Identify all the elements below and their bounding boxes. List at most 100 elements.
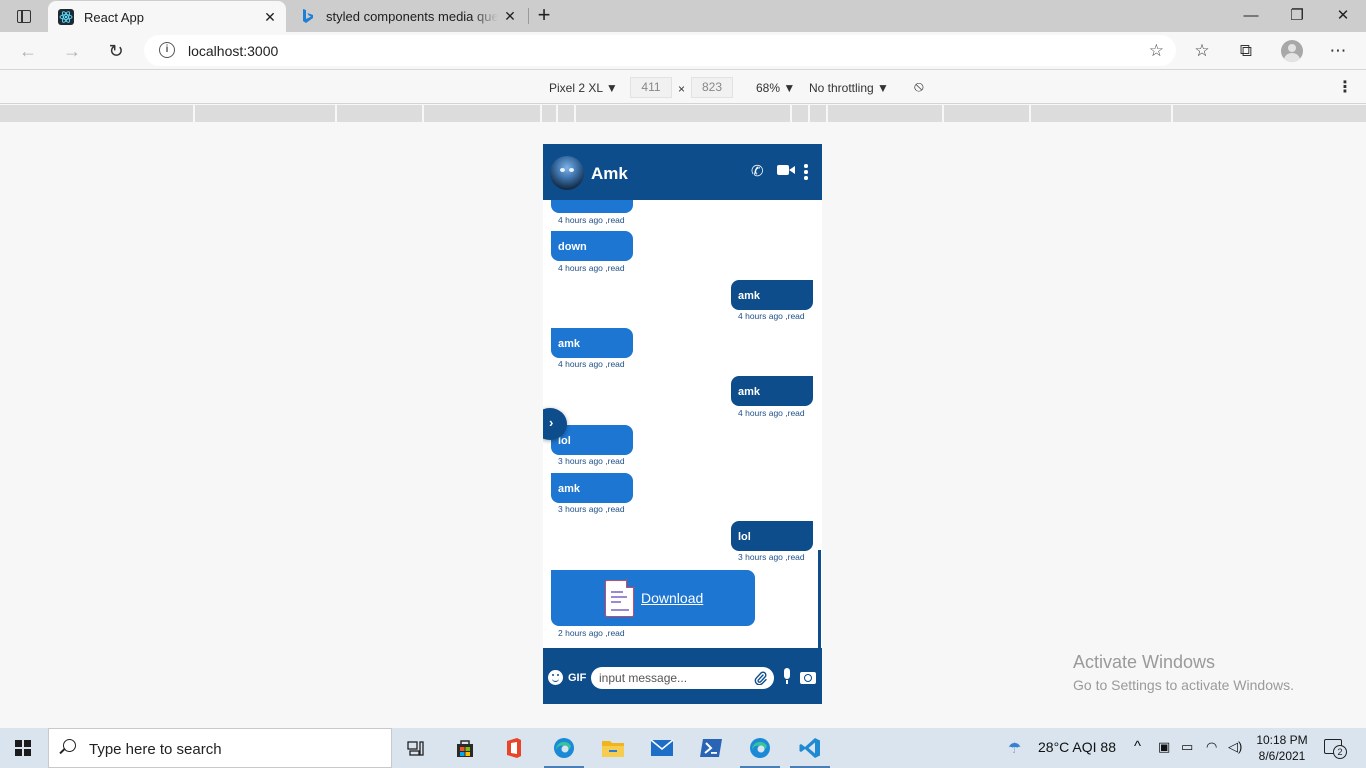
- taskbar-search-box[interactable]: Type here to search: [48, 728, 392, 768]
- edge-browser-icon[interactable]: [540, 728, 588, 768]
- notification-center-icon[interactable]: 2: [1324, 739, 1347, 759]
- tab-separator: [528, 8, 529, 24]
- microsoft-store-icon[interactable]: [441, 728, 489, 768]
- message-meta: 3 hours ago ,read: [558, 456, 625, 466]
- video-call-icon[interactable]: [777, 165, 795, 175]
- watermark-title: Activate Windows: [1073, 652, 1216, 672]
- clock-date: 8/6/2021: [1258, 749, 1306, 763]
- collections-icon[interactable]: ⧉: [1234, 40, 1258, 64]
- browser-titlebar: React App ✕ styled components media quer…: [0, 0, 1366, 33]
- message-scrollbar[interactable]: [818, 550, 821, 648]
- message-bubble-incoming: amk: [551, 473, 633, 503]
- device-select[interactable]: Pixel 2 XL ▼: [549, 81, 618, 95]
- message-list[interactable]: 4 hours ago ,read down 4 hours ago ,read…: [543, 200, 822, 648]
- message-meta: 4 hours ago ,read: [738, 311, 805, 321]
- file-explorer-icon[interactable]: [589, 728, 637, 768]
- refresh-icon[interactable]: ↻: [104, 39, 128, 63]
- system-clock[interactable]: 10:18 PM 8/6/2021: [1252, 732, 1312, 764]
- search-placeholder: Type here to search: [89, 741, 222, 758]
- bing-icon: [300, 8, 316, 24]
- notification-count: 2: [1333, 745, 1347, 759]
- volume-icon[interactable]: ◁): [1228, 739, 1242, 755]
- wifi-icon[interactable]: ◠: [1206, 739, 1217, 755]
- device-toolbar-more-icon[interactable]: ⋮: [1337, 77, 1353, 97]
- device-width-input[interactable]: 411: [630, 77, 672, 98]
- tab-close-icon[interactable]: ✕: [258, 9, 282, 26]
- device-viewport: Amk ✆ 4 hours ago ,read down 4 hours ago…: [543, 144, 822, 704]
- message-meta: 4 hours ago ,read: [558, 359, 625, 369]
- react-icon: [58, 9, 74, 25]
- message-bubble-incoming: [551, 200, 633, 213]
- weather-text[interactable]: 28°C AQI 88: [1038, 739, 1116, 755]
- tab-title: styled components media queries: [326, 8, 498, 24]
- activate-windows-watermark: Activate Windows Go to Settings to activ…: [1073, 652, 1294, 693]
- zoom-select[interactable]: 68% ▼: [756, 81, 795, 95]
- new-tab-button[interactable]: +: [533, 4, 555, 28]
- office-icon[interactable]: [490, 728, 538, 768]
- powershell-icon[interactable]: [687, 728, 735, 768]
- contact-name: Amk: [591, 164, 628, 183]
- browser-toolbar: ← → ↻ i localhost:3000 ☆ ☆ ⧉ ⋯: [0, 32, 1366, 70]
- device-height-input[interactable]: 823: [691, 77, 733, 98]
- message-meta: 3 hours ago ,read: [738, 552, 805, 562]
- media-query-ruler: [0, 105, 1366, 122]
- attachment-icon[interactable]: [754, 671, 768, 686]
- message-bubble-outgoing: amk: [731, 376, 813, 406]
- battery-icon[interactable]: ▭: [1181, 739, 1193, 755]
- dimension-separator: ×: [678, 82, 686, 96]
- task-view-icon[interactable]: [392, 728, 440, 768]
- tab-styled-components[interactable]: styled components media queries ✕: [290, 0, 526, 32]
- chevron-right-icon: ›: [549, 415, 554, 430]
- message-meta: 4 hours ago ,read: [738, 408, 805, 418]
- windows-taskbar: Type here to search ☂ 28°C AQI 88 ^ ▣ ▭ …: [0, 728, 1366, 768]
- document-icon: [605, 579, 635, 617]
- maximize-button[interactable]: ❐: [1274, 0, 1320, 30]
- phone-call-icon[interactable]: ✆: [751, 162, 764, 180]
- gif-button[interactable]: GIF: [568, 672, 586, 684]
- profile-avatar-icon[interactable]: [1281, 40, 1303, 62]
- rotate-icon[interactable]: ⦸: [914, 78, 924, 95]
- vscode-icon[interactable]: [786, 728, 834, 768]
- add-favorite-icon[interactable]: ☆: [1149, 41, 1164, 61]
- windows-start-icon[interactable]: [15, 740, 31, 756]
- message-composer: GIF: [543, 648, 822, 704]
- edge-browser-icon-2[interactable]: [736, 728, 784, 768]
- search-icon: [63, 739, 76, 752]
- favorites-icon[interactable]: ☆: [1190, 40, 1214, 64]
- mail-icon[interactable]: [638, 728, 686, 768]
- tab-actions-icon: [17, 9, 31, 23]
- tab-close-icon[interactable]: ✕: [498, 8, 522, 25]
- close-window-button[interactable]: ✕: [1320, 0, 1366, 30]
- message-bubble-outgoing: amk: [731, 280, 813, 310]
- chat-header: Amk ✆: [543, 144, 822, 200]
- address-bar[interactable]: i localhost:3000 ☆: [144, 35, 1176, 66]
- tab-react-app[interactable]: React App ✕: [48, 1, 286, 33]
- settings-more-icon[interactable]: ⋯: [1326, 40, 1350, 64]
- throttling-select[interactable]: No throttling ▼: [809, 81, 889, 95]
- microphone-icon[interactable]: [782, 668, 792, 686]
- camera-icon[interactable]: [800, 672, 816, 684]
- message-meta: 4 hours ago ,read: [558, 215, 625, 225]
- meet-now-icon[interactable]: ▣: [1158, 739, 1170, 755]
- weather-icon[interactable]: ☂: [1008, 739, 1021, 757]
- site-info-icon[interactable]: i: [159, 42, 175, 58]
- download-link[interactable]: Download: [641, 590, 703, 606]
- tab-actions-button[interactable]: [8, 5, 40, 27]
- message-bubble-incoming: down: [551, 231, 633, 261]
- contact-avatar[interactable]: [550, 156, 584, 190]
- back-icon[interactable]: ←: [16, 39, 40, 63]
- message-input[interactable]: [591, 667, 774, 689]
- message-bubble-incoming: amk: [551, 328, 633, 358]
- url-text[interactable]: localhost:3000: [188, 43, 278, 59]
- forward-icon[interactable]: →: [60, 39, 84, 63]
- message-meta: 4 hours ago ,read: [558, 263, 625, 273]
- tab-title: React App: [84, 9, 144, 25]
- device-toolbar: Pixel 2 XL ▼ 411 × 823 68% ▼ No throttli…: [0, 71, 1366, 104]
- chevron-up-icon[interactable]: ^: [1134, 738, 1141, 755]
- message-bubble-outgoing: lol: [731, 521, 813, 551]
- message-meta: 3 hours ago ,read: [558, 504, 625, 514]
- chat-menu-icon[interactable]: [804, 164, 808, 180]
- emoji-icon[interactable]: [548, 670, 563, 685]
- message-meta: 2 hours ago ,read: [558, 628, 625, 638]
- minimize-button[interactable]: —: [1228, 0, 1274, 30]
